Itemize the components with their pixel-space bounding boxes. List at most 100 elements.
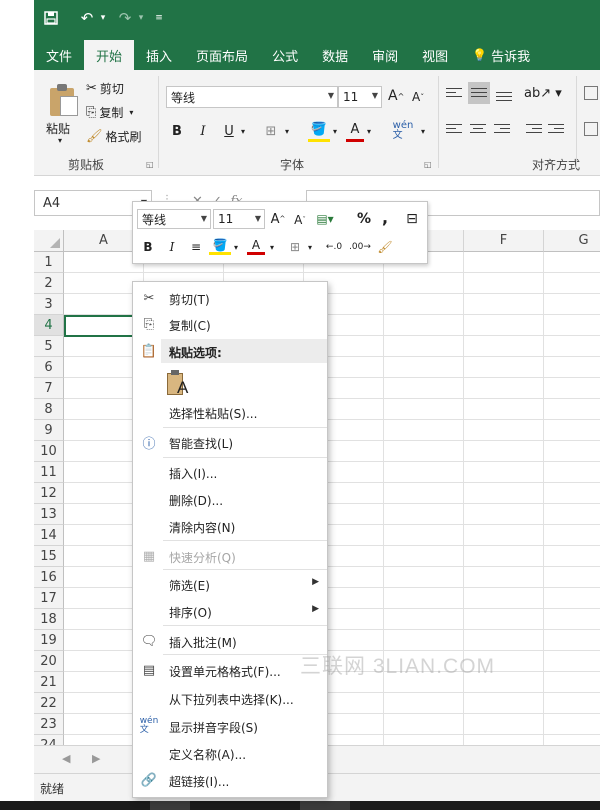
redo-dropdown-icon[interactable]: ▾ <box>136 7 146 29</box>
tab-view[interactable]: 视图 <box>410 40 460 70</box>
row-header-1[interactable]: 1 <box>34 252 64 273</box>
row-header-8[interactable]: 8 <box>34 399 64 420</box>
percent-button[interactable]: % <box>355 209 373 229</box>
align-right-icon[interactable] <box>494 124 510 136</box>
undo-icon[interactable]: ↶ <box>76 7 98 29</box>
menu-item-insert[interactable]: 插入(I)... <box>133 459 327 485</box>
align-left-icon[interactable] <box>446 124 462 136</box>
increase-font-icon[interactable]: A ^ <box>269 209 287 229</box>
redo-icon[interactable]: ↷ <box>114 7 136 29</box>
row-header-16[interactable]: 16 <box>34 567 64 588</box>
sheet-next-icon[interactable]: ▶ <box>92 752 100 765</box>
decrease-indent-icon[interactable] <box>526 124 542 136</box>
underline-dropdown-icon[interactable]: ▾ <box>238 120 248 142</box>
decrease-font-icon[interactable]: Aˇ <box>412 90 424 104</box>
row-header-11[interactable]: 11 <box>34 462 64 483</box>
tab-tell-me[interactable]: 💡 告诉我 <box>460 40 542 70</box>
bold-button[interactable]: B <box>168 120 186 142</box>
tab-page-layout[interactable]: 页面布局 <box>184 40 260 70</box>
align-top-icon[interactable] <box>446 88 462 100</box>
number-format-icon[interactable]: ▤▾ <box>313 209 337 229</box>
orientation-icon[interactable]: ab↗ ▾ <box>524 86 562 101</box>
font-size-combo[interactable]: 11 ▼ <box>338 86 382 108</box>
mini-font-color-icon[interactable]: A <box>247 237 265 255</box>
mini-format-painter-icon[interactable]: 🖌 <box>375 237 395 257</box>
column-header-f[interactable]: F <box>464 230 544 252</box>
menu-item-pick-from-list[interactable]: 从下拉列表中选择(K)... <box>133 685 327 711</box>
tab-review[interactable]: 审阅 <box>360 40 410 70</box>
fill-dropdown-icon[interactable]: ▾ <box>330 120 340 142</box>
phonetic-icon[interactable]: wén 文 <box>390 120 416 142</box>
row-header-21[interactable]: 21 <box>34 672 64 693</box>
select-all-button[interactable] <box>34 230 64 252</box>
decrease-decimal-icon[interactable]: .00→ <box>349 237 371 257</box>
mini-font-size-combo[interactable]: 11 ▼ <box>213 209 265 229</box>
copy-button[interactable]: ⎘ 复制 ▾ <box>86 104 133 121</box>
align-middle-icon[interactable] <box>468 82 490 104</box>
decrease-font-icon[interactable]: Aˇ <box>291 210 309 230</box>
tab-home[interactable]: 开始 <box>84 40 135 70</box>
save-icon[interactable] <box>40 7 62 29</box>
menu-item-smart-lookup[interactable]: ⓘ 智能查找(L) <box>133 429 327 455</box>
fill-color-icon[interactable]: 🪣 <box>308 120 330 142</box>
underline-button[interactable]: U <box>220 120 238 142</box>
row-header-4[interactable]: 4 <box>34 315 64 336</box>
row-header-14[interactable]: 14 <box>34 525 64 546</box>
menu-item-cut[interactable]: ✂ 剪切(T) <box>133 285 327 311</box>
row-header-15[interactable]: 15 <box>34 546 64 567</box>
row-header-6[interactable]: 6 <box>34 357 64 378</box>
row-header-13[interactable]: 13 <box>34 504 64 525</box>
increase-font-icon[interactable]: A ^ <box>388 88 404 104</box>
dialog-launcher-icon[interactable]: ◱ <box>146 160 154 169</box>
mini-bold-button[interactable]: B <box>139 237 157 257</box>
mini-fill-color-icon[interactable]: 🪣 <box>209 237 231 255</box>
mini-font-color-dropdown-icon[interactable]: ▾ <box>267 237 277 257</box>
row-header-12[interactable]: 12 <box>34 483 64 504</box>
sheet-prev-icon[interactable]: ◀ <box>62 752 70 765</box>
menu-item-filter[interactable]: 筛选(E) ▶ <box>133 571 327 597</box>
mini-font-name-combo[interactable]: 等线 ▼ <box>137 209 211 229</box>
customize-icon[interactable]: ≡ <box>154 7 164 29</box>
row-header-10[interactable]: 10 <box>34 441 64 462</box>
borders-dropdown-icon[interactable]: ▾ <box>282 120 292 142</box>
increase-decimal-icon[interactable]: ←.0 <box>323 237 345 257</box>
row-header-23[interactable]: 23 <box>34 714 64 735</box>
row-header-20[interactable]: 20 <box>34 651 64 672</box>
borders-icon[interactable]: ⊞ <box>260 120 282 142</box>
mini-align-center-icon[interactable]: ≡ <box>187 237 205 257</box>
menu-item-copy[interactable]: ⎘ 复制(C) <box>133 311 327 337</box>
font-color-icon[interactable]: A <box>346 120 364 142</box>
row-header-19[interactable]: 19 <box>34 630 64 651</box>
paste-option-button[interactable]: A <box>167 370 193 398</box>
align-center-icon[interactable] <box>470 124 486 136</box>
wrap-text-icon[interactable] <box>584 86 598 100</box>
mini-borders-dropdown-icon[interactable]: ▾ <box>305 237 315 257</box>
tab-file[interactable]: 文件 <box>34 40 84 70</box>
italic-button[interactable]: I <box>194 120 212 142</box>
menu-item-format-cells[interactable]: ▤ 设置单元格格式(F)... <box>133 657 327 683</box>
row-header-9[interactable]: 9 <box>34 420 64 441</box>
menu-item-define-name[interactable]: 定义名称(A)... <box>133 740 327 766</box>
paste-button[interactable]: 粘贴 ▾ <box>38 74 82 146</box>
menu-item-insert-comment[interactable]: 🗨 插入批注(M) <box>133 628 327 654</box>
row-header-2[interactable]: 2 <box>34 273 64 294</box>
taskbar-item[interactable] <box>150 801 190 810</box>
row-header-5[interactable]: 5 <box>34 336 64 357</box>
dialog-launcher-icon[interactable]: ◱ <box>424 160 432 169</box>
tab-data[interactable]: 数据 <box>310 40 360 70</box>
format-painter-button[interactable]: 🖌 格式刷 <box>86 128 142 145</box>
menu-item-paste-special[interactable]: 选择性粘贴(S)... <box>133 399 327 425</box>
phonetic-dropdown-icon[interactable]: ▾ <box>418 120 428 142</box>
increase-indent-icon[interactable] <box>548 124 564 136</box>
merge-cells-icon[interactable] <box>584 122 598 136</box>
menu-item-delete[interactable]: 删除(D)... <box>133 486 327 512</box>
cut-button[interactable]: ✂ 剪切 <box>86 80 124 97</box>
menu-item-show-phonetic[interactable]: wén 文显示拼音字段(S) <box>133 713 327 739</box>
font-color-dropdown-icon[interactable]: ▾ <box>364 120 374 142</box>
mini-italic-button[interactable]: I <box>163 237 181 257</box>
format-table-icon[interactable]: ⊟ <box>401 209 423 229</box>
taskbar-item[interactable] <box>300 801 350 810</box>
menu-item-hyperlink[interactable]: 🔗 超链接(I)... <box>133 767 327 793</box>
align-bottom-icon[interactable] <box>496 92 512 104</box>
font-name-combo[interactable]: 等线 ▼ <box>166 86 338 108</box>
